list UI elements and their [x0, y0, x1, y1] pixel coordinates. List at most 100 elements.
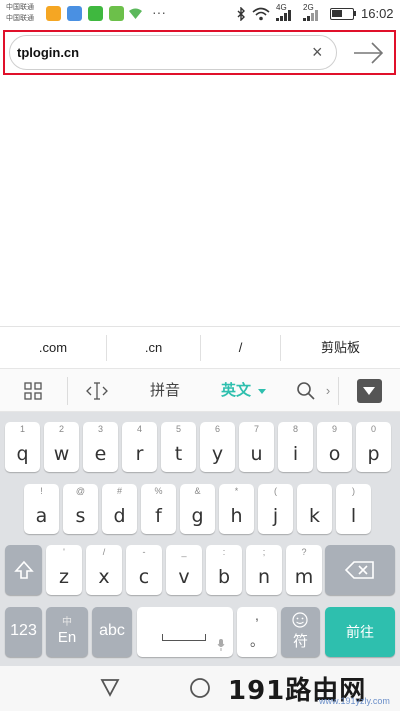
- key-y[interactable]: 6y: [200, 422, 235, 472]
- key-h[interactable]: * h: [219, 484, 254, 534]
- go-arrow-icon[interactable]: [350, 38, 386, 68]
- wifi-app-icon: [128, 6, 143, 21]
- microphone-icon: [217, 639, 225, 651]
- signal-icon-1: [276, 10, 291, 21]
- key-hint-label: 3: [97, 424, 103, 434]
- carrier-label-2: 中国联通: [6, 15, 34, 22]
- battery-tip: [354, 11, 356, 16]
- go-label: 前往: [346, 624, 374, 640]
- clear-icon[interactable]: ×: [312, 43, 323, 61]
- abc-key[interactable]: abc: [92, 607, 132, 657]
- key-g[interactable]: & g: [180, 484, 215, 534]
- key-c[interactable]: -c: [126, 545, 162, 595]
- key-hint-label: &: [194, 486, 201, 496]
- key-l[interactable]: ) l: [336, 484, 371, 534]
- key-label: v: [178, 566, 190, 588]
- key-hint-label: -: [142, 547, 146, 557]
- key-label: w: [53, 443, 70, 465]
- key-hint-label: 9: [331, 424, 337, 434]
- home-circle-icon[interactable]: [189, 677, 211, 699]
- battery-level-fill: [332, 10, 342, 17]
- suggestion-clipboard[interactable]: 剪贴板: [281, 327, 400, 369]
- key-z[interactable]: ' z: [46, 545, 82, 595]
- page-content: [0, 78, 400, 326]
- symbol-key[interactable]: 符: [281, 607, 320, 657]
- language-switch-key[interactable]: 中 En: [46, 607, 88, 657]
- toolbar-separator: [338, 377, 339, 405]
- key-d[interactable]: # d: [102, 484, 137, 534]
- key-b[interactable]: :b: [206, 545, 242, 595]
- ime-toolbar: 拼音 英文 ›: [0, 368, 400, 412]
- number-mode-key[interactable]: 123: [5, 607, 42, 657]
- key-m[interactable]: ? m: [286, 545, 322, 595]
- key-r[interactable]: 4r: [122, 422, 157, 472]
- comma-label: ,: [255, 607, 259, 623]
- key-hint-label: (: [274, 486, 277, 496]
- key-p[interactable]: 0p: [356, 422, 391, 472]
- suggestion-dotcom[interactable]: .com: [0, 327, 106, 369]
- key-i[interactable]: 8i: [278, 422, 313, 472]
- punctuation-key[interactable]: , 。: [237, 607, 277, 657]
- bluetooth-icon: [237, 7, 245, 21]
- key-label: z: [59, 566, 69, 588]
- suggestion-dotcn[interactable]: .cn: [107, 327, 200, 369]
- key-hint-label: ;: [262, 547, 266, 557]
- key-o[interactable]: 9o: [317, 422, 352, 472]
- key-w[interactable]: 2w: [44, 422, 79, 472]
- key-f[interactable]: % f: [141, 484, 176, 534]
- signal-icon-2: [303, 10, 318, 21]
- watermark-url: www.191yzly.com: [319, 696, 390, 706]
- english-mode[interactable]: 英文: [216, 369, 256, 413]
- sms-icon: [109, 6, 124, 21]
- language-top-label: 中: [62, 617, 72, 628]
- carrier-label-1: 中国联通: [6, 4, 34, 11]
- go-key[interactable]: 前往: [325, 607, 395, 657]
- wifi-icon: [252, 7, 270, 21]
- back-triangle-icon[interactable]: [99, 678, 121, 698]
- key-s[interactable]: @ s: [63, 484, 98, 534]
- key-u[interactable]: 7u: [239, 422, 274, 472]
- key-label: d: [113, 505, 126, 527]
- key-label: q: [16, 443, 29, 465]
- key-e[interactable]: 3e: [83, 422, 118, 472]
- url-text[interactable]: tplogin.cn: [17, 45, 79, 60]
- key-hint-label: 7: [253, 424, 259, 434]
- key-label: b: [217, 566, 231, 588]
- suggestion-slash[interactable]: /: [201, 327, 280, 369]
- key-hint-label: ): [352, 486, 355, 496]
- key-a[interactable]: ! a: [24, 484, 59, 534]
- key-j[interactable]: (j: [258, 484, 293, 534]
- key-label: k: [308, 505, 320, 527]
- period-label: 。: [250, 633, 264, 649]
- key-k[interactable]: k: [297, 484, 332, 534]
- search-icon[interactable]: [296, 381, 316, 401]
- grid-icon[interactable]: [24, 382, 42, 400]
- key-hint-label: ?: [301, 547, 307, 557]
- shift-key[interactable]: [5, 545, 42, 595]
- key-hint-label: ': [63, 547, 65, 557]
- key-hint-label: !: [40, 486, 43, 496]
- wechat-icon: [88, 6, 103, 21]
- key-label: c: [138, 566, 150, 588]
- battery-icon: [330, 8, 354, 20]
- key-label: h: [230, 505, 243, 527]
- key-v[interactable]: _ v: [166, 545, 202, 595]
- cursor-icon[interactable]: [86, 381, 108, 401]
- hide-keyboard-button[interactable]: [357, 379, 382, 403]
- space-bar-icon: [162, 634, 206, 641]
- key-x[interactable]: / x: [86, 545, 122, 595]
- pinyin-mode[interactable]: 拼音: [140, 369, 190, 413]
- key-q[interactable]: 1q: [5, 422, 40, 472]
- more-chevron-icon[interactable]: ›: [322, 369, 334, 413]
- key-label: a: [35, 505, 48, 527]
- space-key[interactable]: [137, 607, 233, 657]
- key-label: i: [292, 443, 299, 465]
- key-hint-label: 5: [175, 424, 181, 434]
- toolbar-separator: [67, 377, 68, 405]
- backspace-key[interactable]: [325, 545, 395, 595]
- key-hint-label: 6: [214, 424, 220, 434]
- key-label: p: [367, 443, 380, 465]
- key-hint-label: %: [154, 486, 163, 496]
- key-n[interactable]: ; n: [246, 545, 282, 595]
- key-t[interactable]: 5t: [161, 422, 196, 472]
